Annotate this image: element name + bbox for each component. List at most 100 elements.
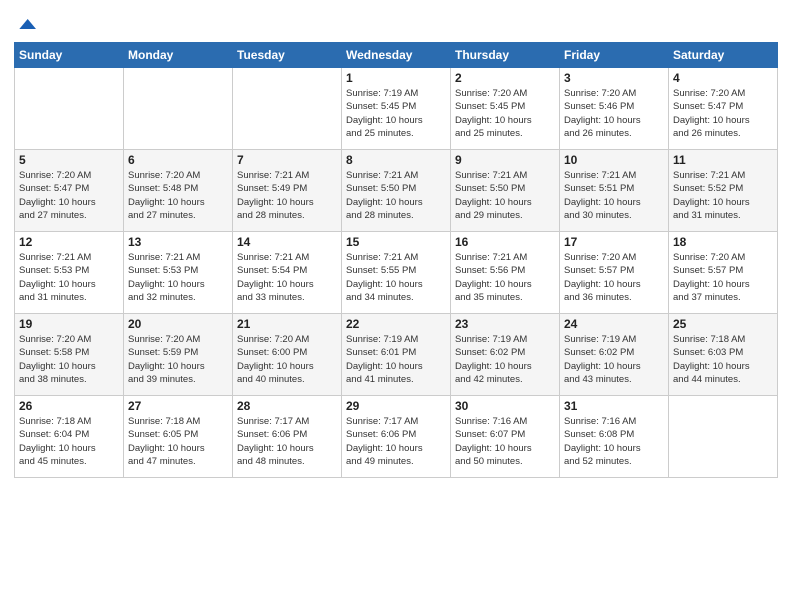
day-number: 18 [673, 235, 773, 249]
calendar-cell: 6Sunrise: 7:20 AM Sunset: 5:48 PM Daylig… [124, 150, 233, 232]
calendar-cell: 2 Sunrise: 7:20 AM Sunset: 5:45 PM Daylig… [451, 68, 560, 150]
calendar-cell: 12Sunrise: 7:21 AM Sunset: 5:53 PM Dayli… [15, 232, 124, 314]
day-number: 10 [564, 153, 664, 167]
day-info: Sunrise: 7:21 AM Sunset: 5:51 PM Dayligh… [564, 169, 664, 222]
day-info: Sunrise: 7:21 AM Sunset: 5:50 PM Dayligh… [455, 169, 555, 222]
calendar-cell: 15 Sunrise: 7:21 AM Sunset: 5:55 PM Dayli… [342, 232, 451, 314]
day-info: Sunrise: 7:21 AM Sunset: 5:55 PM Dayligh… [346, 251, 446, 304]
calendar-cell: 16Sunrise: 7:21 AM Sunset: 5:56 PM Dayli… [451, 232, 560, 314]
logo [14, 14, 36, 34]
day-number: 30 [455, 399, 555, 413]
day-number: 15 [346, 235, 446, 249]
day-info: Sunrise: 7:17 AM Sunset: 6:06 PM Dayligh… [346, 415, 446, 468]
day-number: 20 [128, 317, 228, 331]
calendar-body: 1 Sunrise: 7:19 AM Sunset: 5:45 PM Daylig… [15, 68, 778, 478]
day-number: 27 [128, 399, 228, 413]
calendar-cell: 4 Sunrise: 7:20 AM Sunset: 5:47 PM Daylig… [669, 68, 778, 150]
day-number: 11 [673, 153, 773, 167]
calendar-cell: 27 Sunrise: 7:18 AM Sunset: 6:05 PM Dayli… [124, 396, 233, 478]
day-info: Sunrise: 7:19 AM Sunset: 5:45 PM Dayligh… [346, 87, 446, 140]
calendar-cell: 28 Sunrise: 7:17 AM Sunset: 6:06 PM Dayli… [233, 396, 342, 478]
calendar-cell [233, 68, 342, 150]
day-number: 24 [564, 317, 664, 331]
day-info: Sunrise: 7:21 AM Sunset: 5:54 PM Dayligh… [237, 251, 337, 304]
main-container: SundayMondayTuesdayWednesdayThursdayFrid… [0, 0, 792, 612]
day-info: Sunrise: 7:21 AM Sunset: 5:52 PM Dayligh… [673, 169, 773, 222]
day-info: Sunrise: 7:20 AM Sunset: 5:57 PM Dayligh… [564, 251, 664, 304]
day-number: 19 [19, 317, 119, 331]
day-number: 3 [564, 71, 664, 85]
week-row-3: 19 Sunrise: 7:20 AM Sunset: 5:58 PM Dayli… [15, 314, 778, 396]
calendar-cell: 26 Sunrise: 7:18 AM Sunset: 6:04 PM Dayli… [15, 396, 124, 478]
day-info: Sunrise: 7:20 AM Sunset: 6:00 PM Dayligh… [237, 333, 337, 386]
calendar-cell: 20Sunrise: 7:20 AM Sunset: 5:59 PM Dayli… [124, 314, 233, 396]
day-number: 22 [346, 317, 446, 331]
calendar-cell: 14 Sunrise: 7:21 AM Sunset: 5:54 PM Dayli… [233, 232, 342, 314]
calendar-cell: 22Sunrise: 7:19 AM Sunset: 6:01 PM Dayli… [342, 314, 451, 396]
day-number: 25 [673, 317, 773, 331]
day-info: Sunrise: 7:19 AM Sunset: 6:02 PM Dayligh… [455, 333, 555, 386]
day-info: Sunrise: 7:21 AM Sunset: 5:53 PM Dayligh… [128, 251, 228, 304]
day-info: Sunrise: 7:17 AM Sunset: 6:06 PM Dayligh… [237, 415, 337, 468]
day-number: 26 [19, 399, 119, 413]
day-info: Sunrise: 7:18 AM Sunset: 6:05 PM Dayligh… [128, 415, 228, 468]
day-number: 14 [237, 235, 337, 249]
weekday-sunday: Sunday [15, 43, 124, 68]
day-number: 23 [455, 317, 555, 331]
week-row-1: 5 Sunrise: 7:20 AM Sunset: 5:47 PM Daylig… [15, 150, 778, 232]
day-number: 4 [673, 71, 773, 85]
day-number: 29 [346, 399, 446, 413]
calendar-cell: 29 Sunrise: 7:17 AM Sunset: 6:06 PM Dayli… [342, 396, 451, 478]
calendar-cell: 13 Sunrise: 7:21 AM Sunset: 5:53 PM Dayli… [124, 232, 233, 314]
day-number: 13 [128, 235, 228, 249]
week-row-2: 12Sunrise: 7:21 AM Sunset: 5:53 PM Dayli… [15, 232, 778, 314]
calendar-cell: 30 Sunrise: 7:16 AM Sunset: 6:07 PM Dayli… [451, 396, 560, 478]
calendar-cell: 11 Sunrise: 7:21 AM Sunset: 5:52 PM Dayli… [669, 150, 778, 232]
calendar-cell: 21 Sunrise: 7:20 AM Sunset: 6:00 PM Dayli… [233, 314, 342, 396]
day-info: Sunrise: 7:20 AM Sunset: 5:48 PM Dayligh… [128, 169, 228, 222]
weekday-wednesday: Wednesday [342, 43, 451, 68]
day-number: 9 [455, 153, 555, 167]
calendar-cell [124, 68, 233, 150]
weekday-friday: Friday [560, 43, 669, 68]
calendar-cell: 19 Sunrise: 7:20 AM Sunset: 5:58 PM Dayli… [15, 314, 124, 396]
day-number: 28 [237, 399, 337, 413]
day-number: 1 [346, 71, 446, 85]
calendar-cell: 23 Sunrise: 7:19 AM Sunset: 6:02 PM Dayli… [451, 314, 560, 396]
calendar-cell: 1 Sunrise: 7:19 AM Sunset: 5:45 PM Daylig… [342, 68, 451, 150]
week-row-4: 26 Sunrise: 7:18 AM Sunset: 6:04 PM Dayli… [15, 396, 778, 478]
calendar-cell: 3Sunrise: 7:20 AM Sunset: 5:46 PM Daylig… [560, 68, 669, 150]
calendar-cell: 9 Sunrise: 7:21 AM Sunset: 5:50 PM Daylig… [451, 150, 560, 232]
header [14, 10, 778, 34]
calendar-cell: 17 Sunrise: 7:20 AM Sunset: 5:57 PM Dayli… [560, 232, 669, 314]
weekday-thursday: Thursday [451, 43, 560, 68]
day-number: 21 [237, 317, 337, 331]
day-number: 5 [19, 153, 119, 167]
weekday-monday: Monday [124, 43, 233, 68]
weekday-tuesday: Tuesday [233, 43, 342, 68]
logo-icon [16, 14, 36, 34]
day-number: 17 [564, 235, 664, 249]
day-info: Sunrise: 7:18 AM Sunset: 6:03 PM Dayligh… [673, 333, 773, 386]
day-info: Sunrise: 7:20 AM Sunset: 5:47 PM Dayligh… [19, 169, 119, 222]
day-info: Sunrise: 7:21 AM Sunset: 5:53 PM Dayligh… [19, 251, 119, 304]
day-number: 31 [564, 399, 664, 413]
calendar-cell [15, 68, 124, 150]
day-info: Sunrise: 7:21 AM Sunset: 5:50 PM Dayligh… [346, 169, 446, 222]
weekday-saturday: Saturday [669, 43, 778, 68]
day-info: Sunrise: 7:21 AM Sunset: 5:49 PM Dayligh… [237, 169, 337, 222]
calendar-cell: 25 Sunrise: 7:18 AM Sunset: 6:03 PM Dayli… [669, 314, 778, 396]
calendar-cell [669, 396, 778, 478]
calendar-cell: 18Sunrise: 7:20 AM Sunset: 5:57 PM Dayli… [669, 232, 778, 314]
day-info: Sunrise: 7:16 AM Sunset: 6:07 PM Dayligh… [455, 415, 555, 468]
calendar-table: SundayMondayTuesdayWednesdayThursdayFrid… [14, 42, 778, 478]
day-number: 2 [455, 71, 555, 85]
calendar-cell: 24Sunrise: 7:19 AM Sunset: 6:02 PM Dayli… [560, 314, 669, 396]
day-info: Sunrise: 7:18 AM Sunset: 6:04 PM Dayligh… [19, 415, 119, 468]
calendar-cell: 31Sunrise: 7:16 AM Sunset: 6:08 PM Dayli… [560, 396, 669, 478]
day-info: Sunrise: 7:20 AM Sunset: 5:47 PM Dayligh… [673, 87, 773, 140]
calendar-cell: 5 Sunrise: 7:20 AM Sunset: 5:47 PM Daylig… [15, 150, 124, 232]
day-info: Sunrise: 7:20 AM Sunset: 5:58 PM Dayligh… [19, 333, 119, 386]
day-info: Sunrise: 7:20 AM Sunset: 5:45 PM Dayligh… [455, 87, 555, 140]
day-number: 8 [346, 153, 446, 167]
